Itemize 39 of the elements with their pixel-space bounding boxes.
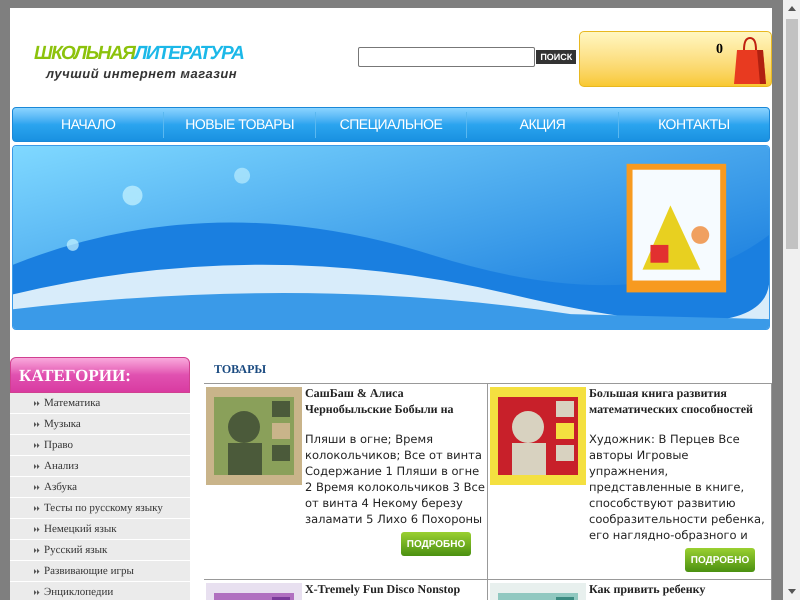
category-link[interactable]: Право bbox=[10, 435, 190, 455]
category-link[interactable]: Тесты по русскому языку bbox=[10, 498, 190, 518]
bullet-icon bbox=[34, 590, 40, 594]
logo-text: ШКОЛЬНАЯ bbox=[34, 44, 134, 64]
category-link[interactable]: Немецкий язык bbox=[10, 519, 190, 539]
bullet-icon bbox=[34, 400, 40, 406]
product-title[interactable]: Большая книга развития математических способностей bbox=[589, 385, 769, 417]
category-link[interactable]: Музыка bbox=[10, 414, 190, 434]
scroll-down-icon bbox=[788, 589, 796, 594]
bullet-icon bbox=[34, 442, 40, 448]
shopping-bag-icon bbox=[733, 34, 767, 86]
search-field[interactable] bbox=[358, 47, 536, 67]
logo-text: ЛИТЕРАТУРА bbox=[134, 44, 244, 64]
bullet-icon bbox=[34, 548, 40, 552]
product-title[interactable]: Как привить ребенку bbox=[589, 581, 769, 597]
sidebar-title: КАТЕГОРИИ: bbox=[10, 357, 190, 393]
category-link[interactable]: Математика bbox=[10, 393, 190, 413]
cart-count: 0 bbox=[716, 41, 723, 59]
cart-panel[interactable]: 0 bbox=[579, 31, 772, 87]
category-link[interactable]: Азбука bbox=[10, 477, 190, 497]
product-title[interactable]: X-Tremely Fun Disco Nonstop bbox=[305, 581, 485, 597]
bullet-icon bbox=[34, 422, 40, 426]
scroll-up-icon bbox=[788, 6, 796, 11]
bullet-icon bbox=[34, 464, 40, 468]
bullet-icon bbox=[34, 526, 40, 532]
product-description: Пляши в огне; Время колокольчиков; Все от винта Содержание 1 Пляши в огне 2 Время колокольчиков 3 Все от винта 4 Некому березу заламати 5 Лихо 6 Похороны bbox=[305, 431, 486, 527]
category-link[interactable]: Русский язык bbox=[10, 540, 190, 560]
category-link[interactable]: Энциклопедии bbox=[10, 582, 190, 600]
bullet-icon bbox=[34, 506, 40, 510]
search-button[interactable]: ПОИСК bbox=[536, 50, 576, 64]
category-link[interactable]: Развивающие игры bbox=[10, 561, 190, 581]
category-link[interactable]: Анализ bbox=[10, 456, 190, 476]
scrollbar[interactable] bbox=[783, 0, 800, 600]
bullet-icon bbox=[34, 484, 40, 490]
product-description: Художник: В Перцев Все авторы Игровые упражнения, представленные в книге, способствуют развитию сообразительности ребенка, его наглядно-образного и bbox=[589, 431, 766, 543]
bullet-icon bbox=[34, 568, 40, 574]
product-title[interactable]: СашБаш & Алиса Чернобыльские Бобыли на bbox=[305, 385, 485, 417]
section-title: ТОВАРЫ bbox=[214, 361, 268, 378]
tagline: лучший интернет магазин bbox=[46, 65, 238, 83]
